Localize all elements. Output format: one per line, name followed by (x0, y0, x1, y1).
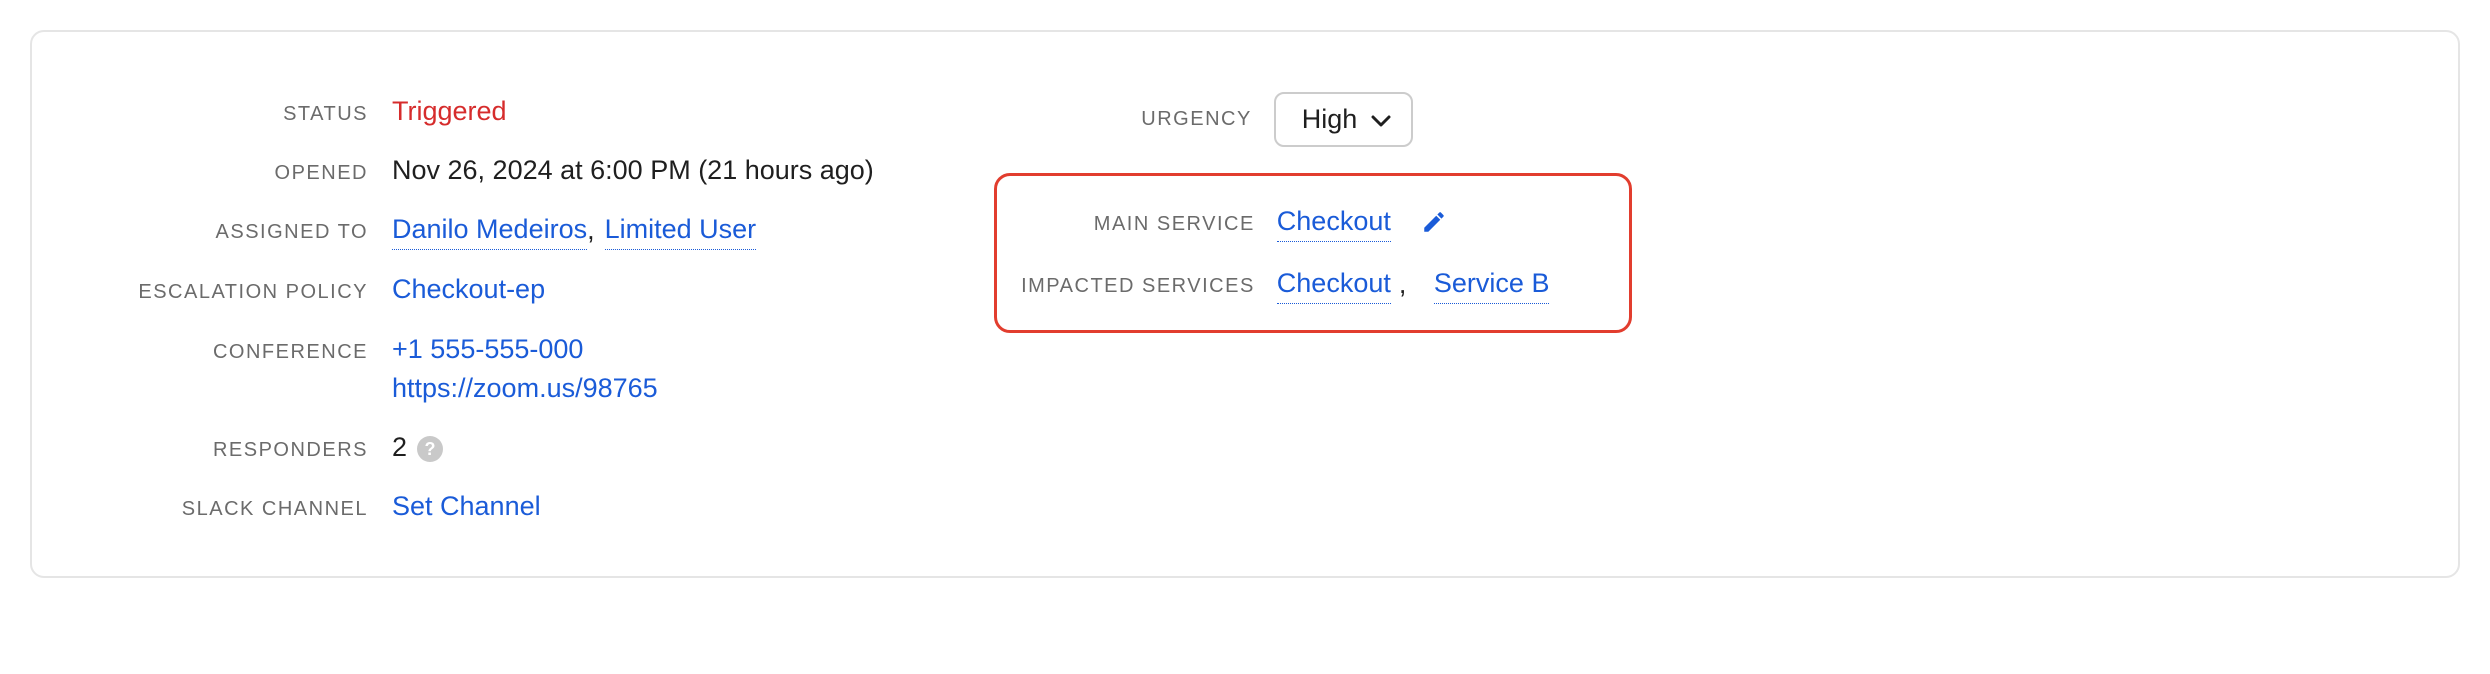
opened-label: OPENED (92, 159, 392, 188)
incident-details-card: STATUS Triggered OPENED Nov 26, 2024 at … (30, 30, 2460, 578)
status-label: STATUS (92, 100, 392, 129)
escalation-label: ESCALATION POLICY (92, 278, 392, 307)
main-service-value: Checkout (1277, 202, 1447, 242)
help-icon[interactable]: ? (417, 436, 443, 462)
impacted-services-label: IMPACTED SERVICES (1007, 272, 1277, 301)
impacted-service-link[interactable]: Service B (1434, 264, 1550, 304)
set-slack-channel-link[interactable]: Set Channel (392, 487, 541, 526)
assigned-value: Danilo Medeiros, Limited User (392, 210, 756, 250)
impacted-services-row: IMPACTED SERVICES Checkout, Service B (1007, 264, 1550, 304)
services-highlight-box: MAIN SERVICE Checkout IMPACTED SERVICES … (994, 173, 1633, 333)
conference-row: CONFERENCE +1 555-555-000 https://zoom.u… (92, 330, 874, 408)
assigned-user-link[interactable]: Limited User (605, 210, 757, 250)
separator: , (1399, 265, 1407, 304)
urgency-row: URGENCY High (994, 92, 1633, 147)
assigned-row: ASSIGNED TO Danilo Medeiros, Limited Use… (92, 210, 874, 250)
right-column: URGENCY High MAIN SERVICE Checkout (994, 92, 1633, 526)
chevron-down-icon (1371, 104, 1391, 135)
slack-row: SLACK CHANNEL Set Channel (92, 487, 874, 526)
responders-value: 2 ? (392, 428, 443, 467)
assigned-label: ASSIGNED TO (92, 218, 392, 247)
conference-value: +1 555-555-000 https://zoom.us/98765 (392, 330, 658, 408)
separator: , (587, 211, 595, 250)
responders-label: RESPONDERS (92, 436, 392, 465)
status-row: STATUS Triggered (92, 92, 874, 131)
responders-row: RESPONDERS 2 ? (92, 428, 874, 467)
slack-label: SLACK CHANNEL (92, 495, 392, 524)
assigned-user-link[interactable]: Danilo Medeiros (392, 210, 587, 250)
main-service-link[interactable]: Checkout (1277, 202, 1391, 242)
impacted-services-value: Checkout, Service B (1277, 264, 1550, 304)
conference-phone-link[interactable]: +1 555-555-000 (392, 330, 658, 369)
opened-row: OPENED Nov 26, 2024 at 6:00 PM (21 hours… (92, 151, 874, 190)
responders-count: 2 (392, 428, 407, 467)
urgency-select[interactable]: High (1274, 92, 1414, 147)
conference-label: CONFERENCE (92, 338, 392, 367)
pencil-icon[interactable] (1421, 209, 1447, 235)
urgency-value: High (1302, 104, 1358, 135)
escalation-policy-link[interactable]: Checkout-ep (392, 270, 545, 309)
left-column: STATUS Triggered OPENED Nov 26, 2024 at … (92, 92, 874, 526)
main-service-label: MAIN SERVICE (1007, 210, 1277, 239)
escalation-value: Checkout-ep (392, 270, 545, 309)
impacted-service-link[interactable]: Checkout (1277, 264, 1391, 304)
main-service-row: MAIN SERVICE Checkout (1007, 202, 1550, 242)
status-value: Triggered (392, 92, 507, 131)
escalation-row: ESCALATION POLICY Checkout-ep (92, 270, 874, 309)
slack-value: Set Channel (392, 487, 541, 526)
urgency-label: URGENCY (1004, 108, 1274, 131)
opened-value: Nov 26, 2024 at 6:00 PM (21 hours ago) (392, 151, 874, 190)
conference-url-link[interactable]: https://zoom.us/98765 (392, 369, 658, 408)
